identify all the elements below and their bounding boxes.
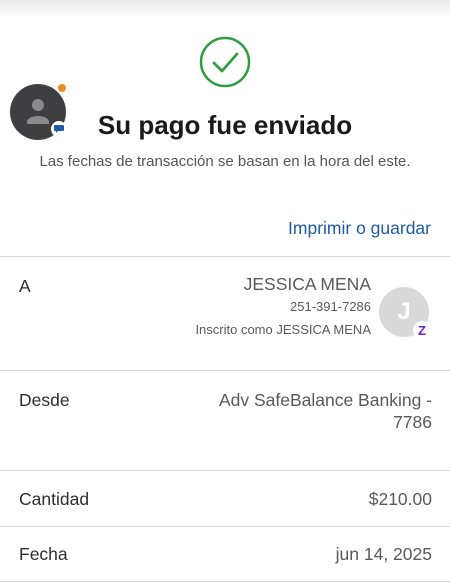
date-label: Fecha bbox=[19, 544, 68, 564]
divider bbox=[0, 526, 450, 527]
zelle-glyph: Z bbox=[418, 322, 426, 338]
divider bbox=[0, 470, 450, 471]
print-or-save-link[interactable]: Imprimir o guardar bbox=[288, 218, 431, 239]
divider bbox=[0, 256, 450, 257]
page-title: Su pago fue enviado bbox=[97, 110, 353, 140]
recipient-label: A bbox=[19, 276, 31, 296]
amount-label: Cantidad bbox=[19, 489, 90, 509]
recipient-name: JESSICA MENA bbox=[243, 274, 371, 294]
divider bbox=[0, 370, 450, 371]
recipient-phone: 251-391-7286 bbox=[290, 299, 371, 314]
from-label: Desde bbox=[19, 390, 70, 410]
recipient-enrolled-as: Inscrito como JESSICA MENA bbox=[195, 322, 371, 337]
check-circle-icon bbox=[199, 36, 251, 88]
notification-dot bbox=[58, 84, 66, 92]
from-account-value: Adv SafeBalance Banking - 7786 bbox=[218, 390, 432, 432]
recipient-avatar-initial: J bbox=[397, 298, 411, 325]
amount-value: $210.00 bbox=[368, 489, 432, 509]
zelle-icon: Z bbox=[413, 321, 431, 339]
timezone-note: Las fechas de transacción se basan en la… bbox=[39, 153, 411, 170]
top-shadow bbox=[0, 0, 450, 18]
date-value: jun 14, 2025 bbox=[335, 544, 432, 564]
divider bbox=[0, 581, 450, 582]
